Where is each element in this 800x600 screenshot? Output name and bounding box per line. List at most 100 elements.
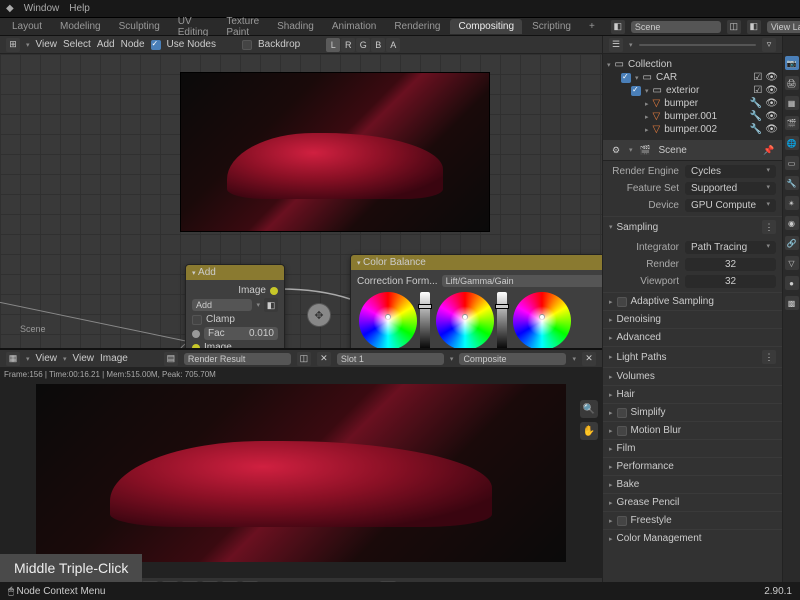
tab-rendering[interactable]: Rendering xyxy=(386,19,448,34)
freestyle-checkbox[interactable] xyxy=(617,516,627,526)
backdrop-checkbox[interactable] xyxy=(242,40,252,50)
tab-shading[interactable]: Shading xyxy=(269,19,322,34)
channel-r[interactable]: R xyxy=(341,38,355,52)
modifier-icon[interactable]: 🔧 xyxy=(750,98,762,109)
tab-modifier-icon[interactable]: 🔧 xyxy=(785,176,799,190)
menu-help[interactable]: Help xyxy=(69,3,90,14)
outliner-row-exterior[interactable]: ▾▭exterior☑👁 xyxy=(607,84,778,97)
section-freestyle[interactable]: ▸Freestyle xyxy=(603,511,782,529)
tab-constraint-icon[interactable]: 🔗 xyxy=(785,236,799,250)
outliner-tree[interactable]: ▾▭Collection ▾▭CAR☑👁 ▾▭exterior☑👁 ▸▽bump… xyxy=(603,54,782,140)
section-film[interactable]: ▸Film xyxy=(603,439,782,457)
motion-blur-checkbox[interactable] xyxy=(617,426,627,436)
section-color-management[interactable]: ▸Color Management xyxy=(603,529,782,547)
modifier-icon[interactable]: 🔧 xyxy=(750,124,762,135)
pin-icon[interactable]: 📌 xyxy=(762,143,776,157)
eye-icon[interactable]: 👁 xyxy=(765,85,778,96)
tab-material-icon[interactable]: ● xyxy=(785,276,799,290)
section-motion-blur[interactable]: ▸Motion Blur xyxy=(603,421,782,439)
device-dropdown[interactable]: GPU Compute▾ xyxy=(685,199,776,212)
editor-type-chevron-icon[interactable]: ▾ xyxy=(26,41,30,49)
fac-field[interactable]: Fac 0.010 xyxy=(204,327,278,340)
integrator-dropdown[interactable]: Path Tracing▾ xyxy=(685,241,776,254)
collection-checkbox[interactable] xyxy=(631,86,641,96)
section-hair[interactable]: ▸Hair xyxy=(603,385,782,403)
exclude-icon[interactable]: ☑ xyxy=(753,85,762,96)
collection-checkbox[interactable] xyxy=(621,73,631,83)
engine-dropdown[interactable]: Cycles▾ xyxy=(685,165,776,178)
outliner-row-collection[interactable]: ▾▭Collection xyxy=(607,58,778,71)
render-samples-field[interactable]: 32 xyxy=(685,258,776,271)
tab-layout[interactable]: Layout xyxy=(4,19,50,34)
properties-type-icon[interactable]: ⚙ xyxy=(609,143,623,157)
editor-type-icon[interactable]: ⊞ xyxy=(6,38,20,52)
image-unlink-icon[interactable]: ◫ xyxy=(297,352,311,366)
tab-texture-icon[interactable]: ▩ xyxy=(785,296,799,310)
section-performance[interactable]: ▸Performance xyxy=(603,457,782,475)
channel-g[interactable]: G xyxy=(356,38,370,52)
viewport-samples-field[interactable]: 32 xyxy=(685,275,776,288)
add-node[interactable]: ▾ Add Image Add▾◧ Clamp Fac 0.010 Image xyxy=(185,264,285,348)
image-browse-icon[interactable]: ▤ xyxy=(164,352,178,366)
render-result-field[interactable]: Render Result xyxy=(184,353,291,365)
tab-scripting[interactable]: Scripting xyxy=(524,19,579,34)
correction-form-dropdown[interactable]: Lift/Gamma/Gain xyxy=(442,275,602,287)
sampling-section[interactable]: ▾Sampling⋮ xyxy=(603,216,782,237)
simplify-checkbox[interactable] xyxy=(617,408,627,418)
menu-window[interactable]: Window xyxy=(24,3,60,14)
tab-add[interactable]: + xyxy=(581,19,603,34)
outliner-type-icon[interactable]: ☰ xyxy=(609,38,623,52)
outliner-row-car[interactable]: ▾▭CAR☑👁 xyxy=(607,71,778,84)
channel-a[interactable]: A xyxy=(386,38,400,52)
tab-render-icon[interactable]: 📷 xyxy=(785,56,799,70)
section-advanced[interactable]: ▸Advanced xyxy=(603,328,782,346)
tab-particle-icon[interactable]: ✴ xyxy=(785,196,799,210)
image-editor-type-icon[interactable]: ▦ xyxy=(6,352,20,366)
menu-select[interactable]: Select xyxy=(63,39,91,50)
node-editor-viewport[interactable]: Scene ▾ Add Image Add▾◧ Clamp Fac 0.010 … xyxy=(0,54,602,348)
outliner-row-bumper002[interactable]: ▸▽bumper.002🔧👁 xyxy=(607,123,778,136)
image-viewport[interactable]: Frame:156 | Time:00:16.21 | Mem:515.00M,… xyxy=(0,368,602,578)
scene-new-icon[interactable]: ◫ xyxy=(727,20,741,34)
section-adaptive[interactable]: ▸Adaptive Sampling xyxy=(603,292,782,310)
outliner-row-bumper001[interactable]: ▸▽bumper.001🔧👁 xyxy=(607,110,778,123)
channel-l[interactable]: L xyxy=(326,38,340,52)
outliner-search[interactable] xyxy=(639,44,756,46)
tab-scene-icon[interactable]: 🎬 xyxy=(785,116,799,130)
socket-fac[interactable] xyxy=(192,330,200,338)
use-nodes-checkbox[interactable] xyxy=(151,40,161,50)
feature-dropdown[interactable]: Supported▾ xyxy=(685,182,776,195)
tab-data-icon[interactable]: ▽ xyxy=(785,256,799,270)
outliner-filter-icon[interactable]: ▿ xyxy=(762,38,776,52)
lift-value-slider[interactable] xyxy=(420,292,430,348)
menu-add[interactable]: Add xyxy=(97,39,115,50)
eye-icon[interactable]: 👁 xyxy=(765,72,778,83)
section-denoising[interactable]: ▸Denoising xyxy=(603,310,782,328)
zoom-icon[interactable]: 🔍 xyxy=(580,400,598,418)
image-gear-icon[interactable]: ✕ xyxy=(582,352,596,366)
image-x-icon[interactable]: ✕ xyxy=(317,352,331,366)
eye-icon[interactable]: 👁 xyxy=(765,98,778,109)
color-balance-header[interactable]: ▾ Color Balance xyxy=(351,255,602,270)
section-light-paths[interactable]: ▸Light Paths⋮ xyxy=(603,346,782,367)
tab-object-icon[interactable]: ▭ xyxy=(785,156,799,170)
eye-icon[interactable]: 👁 xyxy=(765,124,778,135)
pan-icon[interactable]: ✋ xyxy=(580,422,598,440)
section-volumes[interactable]: ▸Volumes xyxy=(603,367,782,385)
add-mode-dropdown[interactable]: Add xyxy=(192,299,252,311)
section-grease-pencil[interactable]: ▸Grease Pencil xyxy=(603,493,782,511)
socket-out-image[interactable] xyxy=(270,287,278,295)
gamma-value-slider[interactable] xyxy=(497,292,507,348)
outliner-row-bumper[interactable]: ▸▽bumper🔧👁 xyxy=(607,97,778,110)
image-menu-view[interactable]: View xyxy=(36,353,58,364)
tab-modeling[interactable]: Modeling xyxy=(52,19,109,34)
tab-output-icon[interactable]: 🖨 xyxy=(785,76,799,90)
eye-icon[interactable]: 👁 xyxy=(765,111,778,122)
channel-b[interactable]: B xyxy=(371,38,385,52)
modifier-icon[interactable]: 🔧 xyxy=(750,111,762,122)
menu-node[interactable]: Node xyxy=(121,39,145,50)
clamp-checkbox[interactable] xyxy=(192,315,202,325)
gamma-color-wheel[interactable] xyxy=(436,292,494,348)
tab-sculpting[interactable]: Sculpting xyxy=(111,19,168,34)
scene-browse-icon[interactable]: ◧ xyxy=(611,20,625,34)
